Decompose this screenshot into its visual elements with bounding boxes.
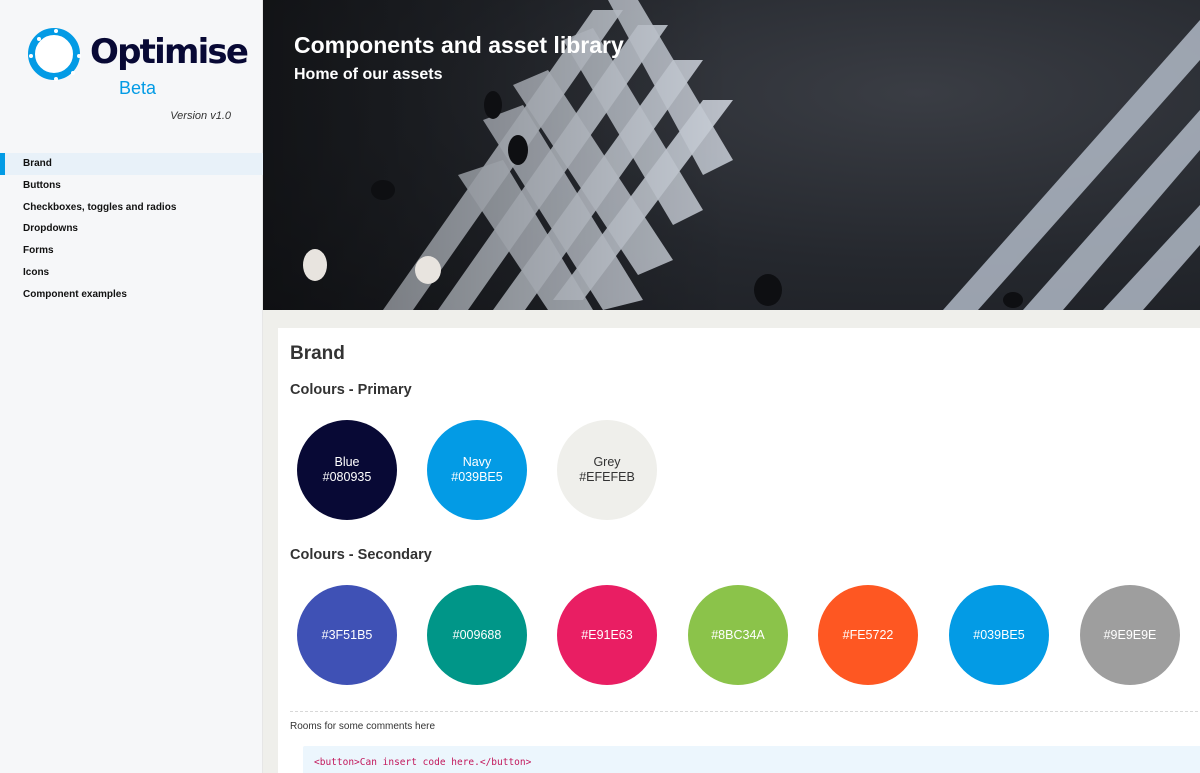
primary-colours-heading: Colours - Primary	[290, 382, 412, 398]
swatch-secondary-orange: #FE5722	[818, 585, 918, 685]
secondary-colours-heading: Colours - Secondary	[290, 547, 432, 563]
swatch-hex: #039BE5	[451, 470, 503, 484]
swatch-name: Grey	[593, 455, 621, 469]
swatch-hex: #EFEFEB	[579, 470, 635, 484]
version-label: Version v1.0	[170, 110, 231, 122]
divider	[290, 711, 1200, 712]
swatch-primary-blue: Blue #080935	[297, 420, 397, 520]
swatch-secondary-indigo: #3F51B5	[297, 585, 397, 685]
swatch-hex: #3F51B5	[321, 627, 373, 642]
section-title: Brand	[290, 343, 345, 364]
swatch-hex: #FE5722	[842, 627, 894, 642]
page-title: Components and asset library	[294, 32, 624, 58]
logo-wordmark: Optimise	[90, 32, 249, 72]
content-card: Brand Colours - Primary Blue #080935 Nav…	[278, 328, 1200, 773]
swatch-hex: #8BC34A	[711, 627, 765, 642]
sidebar-item-dropdowns[interactable]: Dropdowns	[0, 218, 263, 240]
swatch-secondary-pink: #E91E63	[557, 585, 657, 685]
sidebar-item-buttons[interactable]: Buttons	[0, 175, 263, 197]
swatch-hex: #E91E63	[581, 627, 633, 642]
swatch-primary-grey: Grey #EFEFEB	[557, 420, 657, 520]
sidebar-item-forms[interactable]: Forms	[0, 240, 263, 262]
swatch-primary-navy: Navy #039BE5	[427, 420, 527, 520]
sidebar-item-component-examples[interactable]: Component examples	[0, 284, 263, 306]
swatch-name: Navy	[462, 455, 492, 469]
sidebar-item-brand[interactable]: Brand	[0, 153, 263, 175]
sidebar: Optimise Beta Version v1.0 Brand Buttons…	[0, 0, 263, 773]
sidebar-nav: Brand Buttons Checkboxes, toggles and ra…	[0, 153, 263, 306]
swatch-hex: #9E9E9E	[1103, 627, 1157, 642]
code-snippet: <button>Can insert code here.</button>	[314, 757, 532, 768]
swatch-secondary-teal: #009688	[427, 585, 527, 685]
logo[interactable]: Optimise Beta	[28, 28, 249, 108]
sidebar-item-icons[interactable]: Icons	[0, 262, 263, 284]
swatch-hex: #039BE5	[973, 627, 1025, 642]
swatch-secondary-grey: #9E9E9E	[1080, 585, 1180, 685]
swatch-secondary-green: #8BC34A	[688, 585, 788, 685]
page-subtitle: Home of our assets	[294, 66, 443, 83]
swatch-hex: #080935	[322, 470, 372, 484]
code-block: <button>Can insert code here.</button>	[303, 746, 1200, 773]
logo-ring-icon	[28, 28, 81, 81]
logo-beta-label: Beta	[119, 78, 157, 98]
swatch-secondary-blue: #039BE5	[949, 585, 1049, 685]
hero-banner: Components and asset library Home of our…	[263, 0, 1200, 310]
sidebar-item-checkboxes[interactable]: Checkboxes, toggles and radios	[0, 197, 263, 219]
swatch-hex: #009688	[452, 627, 502, 642]
swatch-name: Blue	[334, 455, 360, 469]
comment-text: Rooms for some comments here	[290, 721, 436, 732]
